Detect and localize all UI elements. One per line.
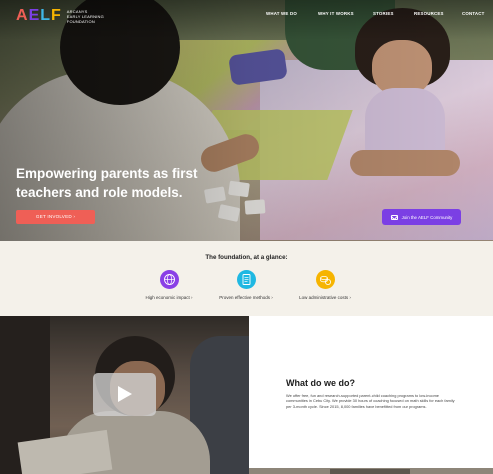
nav-item-resources[interactable]: RESOURCES [414,11,444,16]
nav-item-contact[interactable]: CONTACT [462,11,485,16]
glance-title: The foundation, at a glance: [205,254,288,261]
hero-section: A E L F ARCANYS EARLY LEARNING FOUNDATIO… [0,0,493,241]
main-nav: WHAT WE DO WHY IT WORKS STORIES RESOURCE… [0,11,493,21]
join-community-button[interactable]: Join the AELF Community [382,209,461,225]
join-community-label: Join the AELF Community [401,214,453,220]
hero-title: Empowering parents as first teachers and… [16,166,198,200]
nav-item-stories[interactable]: STORIES [373,11,394,16]
document-icon [236,270,256,289]
feature-label: Low administrative costs › [299,295,351,300]
about-title: What do we do? [286,378,355,388]
nav-item-why-it-works[interactable]: WHY IT WORKS [318,11,354,16]
get-involved-button[interactable]: GET INVOLVED › [16,210,95,224]
nav-item-what-we-do[interactable]: WHAT WE DO [266,11,297,16]
about-section: What do we do? We offer free, fun and re… [249,316,493,474]
feature-low-administrative-costs[interactable]: Low administrative costs › [275,270,375,300]
video-section [0,316,249,474]
about-body: We offer free, fun and research-supporte… [286,393,455,409]
coins-icon [315,270,335,289]
mail-icon [390,214,398,220]
play-icon [118,386,132,402]
play-button[interactable] [93,373,156,416]
globe-icon [159,270,179,289]
next-section-preview [330,469,410,474]
glance-section: The foundation, at a glance: High econom… [0,241,493,316]
